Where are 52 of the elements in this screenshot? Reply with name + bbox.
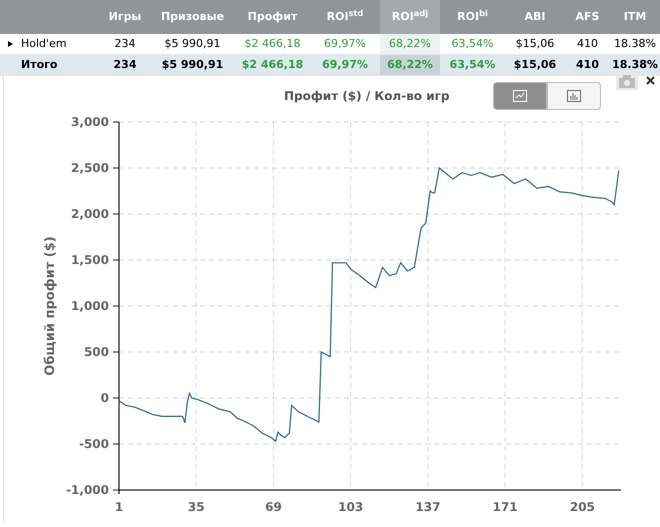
y-tick-label: 500 [84,345,109,359]
table-cell-text: 410 [576,56,599,73]
x-tick-label: 1 [114,500,124,514]
y-tick-label: 1,000 [71,299,109,313]
x-tick-label: 171 [492,500,518,514]
table-cell-text: 63,54% [452,36,494,52]
y-tick-label: -1,000 [66,483,109,497]
bar-chart-icon [566,90,580,102]
column-header[interactable]: Профит [248,8,298,26]
x-tick-label: 69 [265,500,282,514]
chart-view-toggle[interactable] [492,82,546,110]
y-tick-label: -500 [78,437,109,451]
chart-view-toggle[interactable] [546,82,600,110]
expand-arrow-icon[interactable] [8,41,13,47]
y-tick-label: 3,000 [71,116,109,129]
y-axis-title: Общий профит ($) [43,236,58,376]
table-cell-text: Итого [21,56,58,73]
table-cell-text: $15,06 [516,36,554,52]
table-cell-text: 410 [577,36,598,52]
table-cell-text: $2 466,18 [242,56,304,73]
table-cell-text: $15,06 [514,56,556,73]
table-cell-text: 234 [114,56,136,73]
y-tick-label: 2,500 [71,161,109,175]
table-cell-text: 63,54% [450,56,496,73]
column-header[interactable]: Игры [108,8,142,26]
table-cell-text: 234 [114,36,136,52]
y-tick-label: 2,000 [71,207,109,221]
column-header[interactable]: ROI$^{std}$ [326,8,364,26]
table-cell-text: Hold'em [21,36,67,52]
x-tick-label: 205 [570,500,595,514]
line-chart-icon [512,90,526,102]
column-header[interactable]: AFS [576,8,600,26]
table-cell-text: $5 990,91 [162,56,224,73]
column-header[interactable]: ABI [524,8,546,26]
x-tick-label: 103 [338,500,364,514]
table-cell-text: $5 990,91 [164,36,220,52]
table-cell-text: 18.38% [614,36,656,52]
table-cell-text: $2 466,18 [244,36,300,52]
column-header[interactable]: Призовые [160,8,224,26]
table-cell-text: 68,22% [387,56,433,73]
x-tick-label: 35 [188,500,205,514]
close-icon[interactable] [646,76,655,85]
table-cell-text: 18.38% [612,56,658,73]
table-cell-text: 69,97% [324,36,366,52]
x-tick-label: 137 [415,500,440,514]
y-tick-label: 1,500 [71,253,109,267]
table-cell-text: 68,22% [389,36,431,52]
table-cell-text: 69,97% [322,56,368,73]
column-header[interactable]: ROI$^{bi}$ [457,8,488,26]
column-header[interactable]: ITM [624,8,646,26]
chart-title: Профит ($) / Кол-во игр [284,88,450,105]
y-tick-label: 0 [100,391,109,405]
